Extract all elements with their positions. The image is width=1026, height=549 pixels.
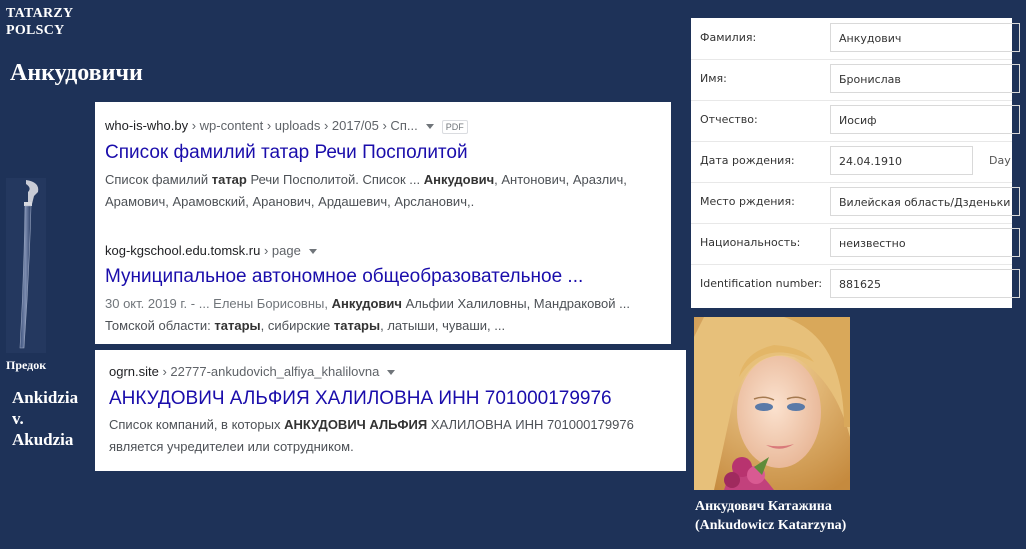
id-number-label: Identification number: — [700, 277, 823, 290]
chevron-down-icon[interactable] — [425, 124, 434, 130]
snippet-text: , Антонович, Аразлич, — [494, 172, 627, 187]
chevron-down-icon[interactable] — [308, 249, 317, 255]
search-result-card-ogrn: ogrn.site › 22777-ankudovich_alfiya_khal… — [95, 350, 686, 471]
snippet-date-text: 30 окт. 2019 г. - ... Елены Борисовны, — [105, 296, 332, 311]
result-2-snippet-line-2: Томской области: татары, сибирские татар… — [105, 315, 630, 337]
photo-caption: Анкудович Катажина (Ankudowicz Katarzyna… — [695, 497, 846, 535]
result-3-snippet: Список компаний, в которых АНКУДОВИЧ АЛЬ… — [109, 414, 634, 458]
form-row-id-number: Identification number: 881625 — [691, 264, 1020, 305]
brand-line-2: POLSCY — [6, 23, 65, 38]
photo-caption-line-2: (Ankudowicz Katarzyna) — [695, 518, 847, 533]
ancestor-name-line-3: Akudzia — [12, 430, 74, 449]
ancestor-label: Предок — [6, 358, 47, 372]
result-2-domain: kog-kgschool.edu.tomsk.ru — [105, 243, 261, 258]
result-1-url[interactable]: who-is-who.by › wp-content › uploads › 2… — [105, 118, 468, 134]
patronymic-field[interactable]: Иосиф — [830, 105, 1020, 134]
photo-caption-line-1: Анкудович Катажина — [695, 499, 832, 514]
result-1-snippet: Список фамилий татар Речи Посполитой. Сп… — [105, 169, 627, 213]
result-2-snippet-line-1: 30 окт. 2019 г. - ... Елены Борисовны, А… — [105, 293, 630, 315]
snippet-text: , латыши, чуваши, ... — [380, 318, 506, 333]
snippet-highlight: татары — [333, 318, 381, 333]
result-3-domain: ogrn.site — [109, 364, 159, 379]
result-1-title[interactable]: Список фамилий татар Речи Посполитой — [105, 142, 468, 164]
birthplace-label: Место рждения: — [700, 195, 795, 208]
result-2-snippet: 30 окт. 2019 г. - ... Елены Борисовны, А… — [105, 293, 630, 337]
day-label: Day — [989, 154, 1011, 167]
surname-field[interactable]: Анкудович — [830, 23, 1020, 52]
ancestor-name-line-1: Ankidzia — [12, 388, 79, 407]
snippet-highlight: АНКУДОВИЧ АЛЬФИЯ — [284, 417, 428, 432]
surname-label: Фамилия: — [700, 31, 757, 44]
form-row-nationality: Национальность: неизвестно — [691, 223, 1020, 265]
birthdate-field[interactable]: 24.04.1910 — [830, 146, 973, 175]
result-3-snippet-line-1: Список компаний, в которых АНКУДОВИЧ АЛЬ… — [109, 414, 634, 436]
snippet-text: Альфии Халиловны, Мандраковой ... — [401, 296, 630, 311]
result-3-path: › 22777-ankudovich_alfiya_khalilovna — [158, 364, 380, 379]
snippet-text: , сибирские — [260, 318, 334, 333]
name-field[interactable]: Бронислав — [830, 64, 1020, 93]
result-1-snippet-line-2: Арамович, Арамовский, Аранович, Ардашеви… — [105, 194, 475, 209]
form-row-birthdate: Дата рождения: 24.04.1910 Day — [691, 141, 1012, 183]
birthdate-label: Дата рождения: — [700, 154, 795, 167]
snippet-highlight: татары — [214, 318, 261, 333]
patronymic-label: Отчество: — [700, 113, 758, 126]
snippet-highlight: татар — [211, 172, 247, 187]
brand-line-1: TATARZY — [6, 6, 74, 21]
birthplace-field[interactable]: Вилейская область/Дзденьки — [830, 187, 1020, 216]
pdf-badge: PDF — [441, 119, 468, 134]
form-row-name: Имя: Бронислав — [691, 59, 1020, 101]
result-3-title[interactable]: АНКУДОВИЧ АЛЬФИЯ ХАЛИЛОВНА ИНН 701000179… — [109, 388, 612, 410]
snippet-highlight: Анкудович — [331, 296, 402, 311]
form-row-patronymic: Отчество: Иосиф — [691, 100, 1020, 142]
ancestor-name: Ankidzia v. Akudzia — [12, 387, 78, 450]
result-3-url[interactable]: ogrn.site › 22777-ankudovich_alfiya_khal… — [109, 364, 396, 379]
result-2-url[interactable]: kog-kgschool.edu.tomsk.ru › page — [105, 243, 317, 258]
result-1-snippet-line-1: Список фамилий татар Речи Посполитой. Сп… — [105, 169, 627, 191]
name-label: Имя: — [700, 72, 727, 85]
snippet-highlight: Анкудович — [423, 172, 495, 187]
chevron-down-icon[interactable] — [387, 370, 396, 376]
search-results-card: who-is-who.by › wp-content › uploads › 2… — [95, 102, 671, 344]
snippet-text: Список фамилий — [105, 172, 212, 187]
ancestor-name-line-2: v. — [12, 409, 24, 428]
person-record-form: Фамилия: Анкудович Имя: Бронислав Отчест… — [691, 18, 1020, 308]
form-row-surname: Фамилия: Анкудович — [691, 18, 1020, 60]
snippet-text: Список компаний, в которых — [109, 417, 285, 432]
nationality-field[interactable]: неизвестно — [830, 228, 1020, 257]
id-number-field[interactable]: 881625 — [830, 269, 1020, 298]
result-3-snippet-line-2: является учредителеи или сотрудником. — [109, 439, 354, 454]
portrait-photo — [694, 317, 850, 490]
page-title: Анкудовичи — [10, 60, 143, 86]
snippet-text: Речи Посполитой. Список ... — [246, 172, 424, 187]
result-2-path: › page — [260, 243, 301, 258]
snippet-text: Томской области: — [105, 318, 215, 333]
result-1-path: › wp-content › uploads › 2017/05 › Сп... — [188, 118, 418, 133]
result-2-title[interactable]: Муниципальное автономное общеобразовател… — [105, 266, 583, 288]
form-row-birthplace: Место рждения: Вилейская область/Дзденьк… — [691, 182, 1020, 224]
sabre-image — [6, 178, 46, 353]
snippet-text: ХАЛИЛОВНА ИНН 701000179976 — [427, 417, 634, 432]
nationality-label: Национальность: — [700, 236, 801, 249]
site-logo[interactable]: TATARZY POLSCY — [6, 5, 73, 39]
result-1-domain: who-is-who.by — [105, 118, 189, 133]
